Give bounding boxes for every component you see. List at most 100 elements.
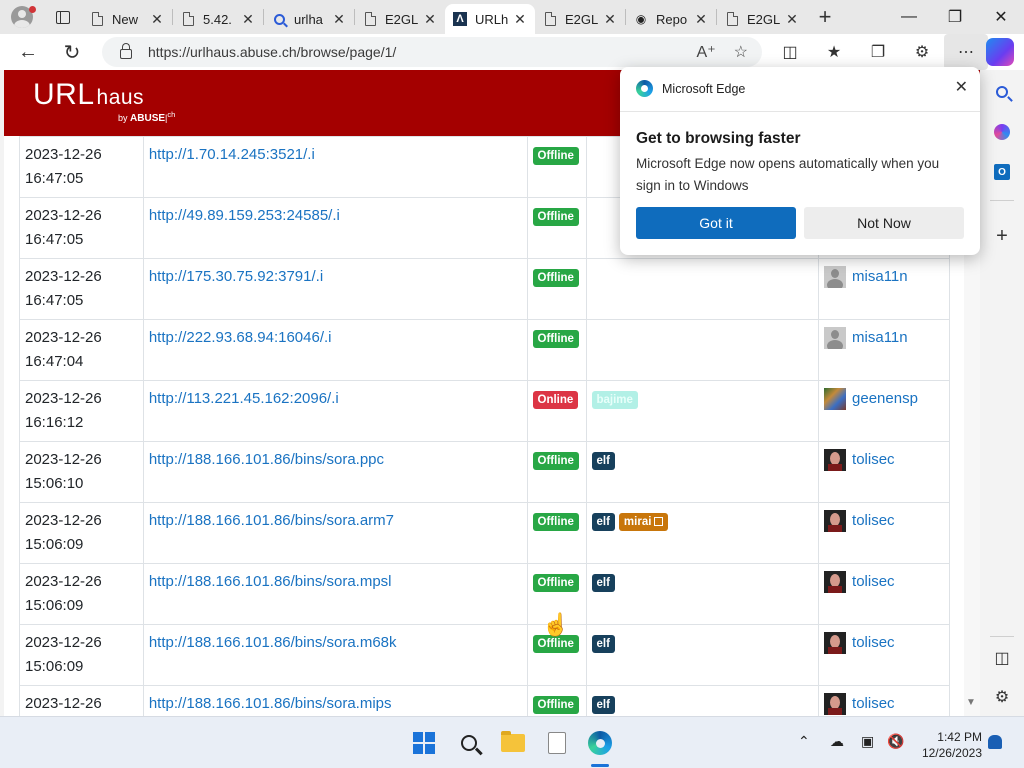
popup-header: Microsoft Edge (636, 80, 745, 97)
split-screen-icon[interactable]: ◫ (768, 34, 812, 70)
refresh-button[interactable]: ↻ (52, 34, 92, 70)
reporter-name-link[interactable]: geenensp (852, 387, 918, 411)
tags-cell: elf (585, 441, 820, 503)
tag-badge-elf[interactable]: elf (591, 696, 615, 714)
notification-bell-icon[interactable] (988, 735, 1002, 749)
sidebar-add-button[interactable]: + (992, 225, 1012, 247)
system-clock[interactable]: 1:42 PM 12/26/2023 (912, 729, 982, 761)
not-now-button[interactable]: Not Now (804, 207, 964, 239)
date-cell: 2023-12-26 16:47:05 (19, 197, 144, 259)
lock-icon[interactable] (120, 43, 132, 59)
reporter[interactable]: geenensp (824, 387, 944, 411)
malware-url-link[interactable]: http://1.70.14.245:3521/.i (149, 146, 315, 163)
tag-badge-mirai[interactable]: mirai (618, 513, 669, 531)
collections-icon[interactable]: ❐ (856, 34, 900, 70)
read-aloud-icon[interactable]: A⁺ (697, 42, 716, 62)
minimize-button[interactable]: — (886, 0, 932, 34)
url-text[interactable]: https://urlhaus.abuse.ch/browse/page/1/ (148, 44, 396, 60)
settings-more-button[interactable]: ⋯ (944, 34, 988, 70)
sidebar-hide-icon[interactable]: ◫ (992, 648, 1012, 668)
tags-cell (585, 258, 820, 320)
malware-url-link[interactable]: http://175.30.75.92:3791/.i (149, 268, 323, 285)
tag-badge-bajine[interactable]: bajime (591, 391, 638, 409)
reporter[interactable]: tolisec (824, 631, 944, 655)
hand-cursor-icon: ☝ (542, 612, 570, 637)
profile-button[interactable] (0, 0, 44, 34)
close-tab-icon[interactable]: ✕ (785, 11, 799, 28)
notepad-button[interactable] (541, 727, 573, 759)
close-tab-icon[interactable]: ✕ (603, 11, 617, 28)
reporter-cell: tolisec (818, 563, 950, 625)
clock-date: 12/26/2023 (921, 746, 982, 760)
malware-url-link[interactable]: http://188.166.101.86/bins/sora.m68k (149, 634, 397, 651)
sidebar-m365-button[interactable] (992, 122, 1012, 142)
browser-tab[interactable]: 5.42. ✕ (173, 4, 263, 34)
tag-badge-elf[interactable]: elf (591, 513, 615, 531)
close-tab-icon[interactable]: ✕ (513, 11, 527, 28)
malware-url-link[interactable]: http://188.166.101.86/bins/sora.arm7 (149, 512, 394, 529)
close-tab-icon[interactable]: ✕ (423, 11, 437, 28)
file-explorer-button[interactable] (497, 727, 529, 759)
malware-url-link[interactable]: http://188.166.101.86/bins/sora.ppc (149, 451, 384, 468)
browser-tab[interactable]: Λ URLh ✕ (445, 4, 535, 34)
got-it-button[interactable]: Got it (636, 207, 796, 239)
tag-badge-elf[interactable]: elf (591, 574, 615, 592)
extensions-icon[interactable]: ⚙ (900, 34, 944, 70)
tag-badge-elf[interactable]: elf (591, 452, 615, 470)
close-tab-icon[interactable]: ✕ (241, 11, 255, 28)
reporter[interactable]: misa11n (824, 265, 944, 289)
favorite-star-icon[interactable]: ☆ (734, 42, 748, 62)
popup-close-button[interactable]: ✕ (955, 77, 968, 97)
browser-tab[interactable]: New ✕ (82, 4, 172, 34)
malware-url-link[interactable]: http://188.166.101.86/bins/sora.mpsl (149, 573, 392, 590)
back-button[interactable]: ← (8, 34, 48, 70)
edge-taskbar-button[interactable] (584, 727, 616, 759)
close-tab-icon[interactable]: ✕ (694, 11, 708, 28)
volume-muted-icon[interactable]: 🔇 (887, 733, 904, 750)
browser-tab[interactable]: E2GL ✕ (535, 4, 625, 34)
reporter[interactable]: tolisec (824, 509, 944, 533)
close-tab-icon[interactable]: ✕ (150, 11, 164, 28)
reporter-name-link[interactable]: misa11n (852, 326, 908, 350)
malware-url-link[interactable]: http://113.221.45.162:2096/.i (149, 390, 339, 407)
sidebar-search-button[interactable] (992, 82, 1012, 102)
reporter-name-link[interactable]: tolisec (852, 692, 895, 716)
reporter-name-link[interactable]: tolisec (852, 509, 895, 533)
malware-url-link[interactable]: http://49.89.159.253:24585/.i (149, 207, 340, 224)
new-tab-button[interactable]: + (807, 0, 843, 34)
malware-url-link[interactable]: http://188.166.101.86/bins/sora.mips (149, 695, 392, 712)
reporter[interactable]: tolisec (824, 692, 944, 716)
browser-tab[interactable]: ◉ Repo ✕ (626, 4, 716, 34)
reporter[interactable]: tolisec (824, 448, 944, 472)
reporter[interactable]: misa11n (824, 326, 944, 350)
reporter-name-link[interactable]: misa11n (852, 265, 908, 289)
taskbar-search-button[interactable] (453, 727, 485, 759)
scroll-down-icon[interactable]: ▼ (966, 697, 976, 708)
reporter-name-link[interactable]: tolisec (852, 448, 895, 472)
browser-tab[interactable]: urlha ✕ (264, 4, 354, 34)
tab-actions-button[interactable] (44, 0, 82, 34)
popup-body: Microsoft Edge now opens automatically w… (636, 156, 940, 193)
browser-tab[interactable]: E2GL ✕ (355, 4, 445, 34)
copilot-icon[interactable] (986, 38, 1014, 66)
close-window-button[interactable]: ✕ (978, 0, 1024, 34)
start-button[interactable] (408, 727, 440, 759)
address-bar[interactable]: https://urlhaus.abuse.ch/browse/page/1/ … (102, 37, 762, 67)
browser-tab[interactable]: E2GL ✕ (717, 4, 807, 34)
sidebar-outlook-button[interactable]: O (992, 162, 1012, 182)
tray-overflow-icon[interactable]: ⌃ (798, 733, 810, 750)
malware-url-link[interactable]: http://222.93.68.94:16046/.i (149, 329, 332, 346)
restore-button[interactable]: ❐ (932, 0, 978, 34)
tag-badge-elf[interactable]: elf (591, 635, 615, 653)
reporter-name-link[interactable]: tolisec (852, 631, 895, 655)
reporter-name-link[interactable]: tolisec (852, 570, 895, 594)
favorites-icon[interactable]: ★ (812, 34, 856, 70)
reporter[interactable]: tolisec (824, 570, 944, 594)
network-icon[interactable]: ☁ (830, 733, 844, 750)
search-icon (272, 12, 286, 26)
display-icon[interactable]: ▣ (861, 733, 874, 750)
urlhaus-logo[interactable]: URLhaus (33, 78, 144, 112)
sidebar-divider (990, 636, 1014, 637)
sidebar-settings-icon[interactable]: ⚙ (992, 687, 1012, 707)
close-tab-icon[interactable]: ✕ (332, 11, 346, 28)
